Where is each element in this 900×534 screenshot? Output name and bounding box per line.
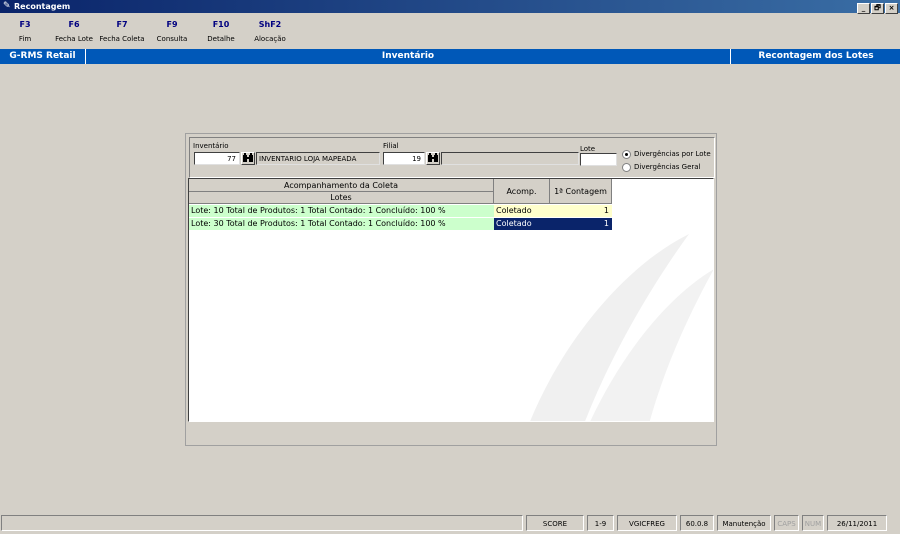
inventario-field[interactable]: 77 [194,152,240,165]
fkey-f3-fim[interactable]: F3 Fim [2,20,48,44]
title-bar: ✎ Recontagem _ 🗗 × [0,0,900,14]
status-caps: CAPS [774,515,799,531]
close-button[interactable]: × [885,3,898,14]
background-watermark [530,234,713,421]
fkey-shf2-alocacao[interactable]: ShF2 Alocação [247,20,293,44]
column-header-lotes[interactable]: Lotes [189,192,494,204]
lote-field[interactable] [580,153,617,166]
fkey-label: Consulta [156,35,188,43]
column-header-1a-contagem[interactable]: 1ª Contagem [550,179,612,204]
radio-label: Divergências Geral [634,163,701,171]
status-num: NUM [802,515,824,531]
acomp-cell: Coletado [494,205,550,217]
contagem-cell: 1 [550,218,612,230]
radio-divergencias-por-lote[interactable]: Divergências por Lote [622,149,711,159]
binoculars-icon [428,153,438,162]
header-screen-name: Recontagem dos Lotes [730,49,900,64]
table-row-selected[interactable]: Lote: 30 Total de Produtos: 1 Total Cont… [189,218,612,230]
panel-footer [189,424,713,441]
fkey-f9-consulta[interactable]: F9 Consulta [149,20,195,44]
fkey-label: Fecha Lote [55,35,93,43]
maximize-button[interactable]: 🗗 [871,3,884,14]
table-row[interactable]: Lote: 10 Total de Produtos: 1 Total Cont… [189,205,612,217]
fkey-label: Fecha Coleta [99,35,145,43]
status-level: 1-9 [587,515,614,531]
status-date: 26/11/2011 [827,515,887,531]
lote-cell: Lote: 10 Total de Produtos: 1 Total Cont… [189,205,494,217]
fkey-f6-fecha-lote[interactable]: F6 Fecha Lote [51,20,97,44]
status-mode: Manutenção [717,515,771,531]
fkey-code: ShF2 [258,20,282,29]
fkey-f7-fecha-coleta[interactable]: F7 Fecha Coleta [99,20,145,44]
header-app-name: G-RMS Retail [0,49,86,64]
app-icon: ✎ [3,1,11,11]
inventario-description: INVENTARIO LOJA MAPEADA [256,152,380,165]
fkey-code: F9 [166,20,178,29]
status-program: VGICFREG [617,515,677,531]
filial-search-button[interactable] [426,152,440,165]
status-version: 60.0.8 [680,515,714,531]
column-header-acomp[interactable]: Acomp. [494,179,550,204]
fkey-code: F10 [212,20,230,29]
window-controls: _ 🗗 × [856,1,898,14]
filial-field[interactable]: 19 [383,152,425,165]
fkey-label: Detalhe [207,35,235,43]
filter-section: Inventário 77 INVENTARIO LOJA MAPEADA Fi… [189,137,715,178]
lote-cell: Lote: 30 Total de Produtos: 1 Total Cont… [189,218,494,230]
inventario-search-button[interactable] [241,152,255,165]
coleta-grid: Acompanhamento da Coleta Lotes Acomp. 1ª… [188,178,714,422]
fkey-code: F3 [19,20,31,29]
recount-panel: Inventário 77 INVENTARIO LOJA MAPEADA Fi… [185,133,717,446]
radio-selected-indicator [622,149,631,159]
grid-group-header: Acompanhamento da Coleta [189,179,494,192]
status-company: SCORE [526,515,584,531]
fkey-f10-detalhe[interactable]: F10 Detalhe [198,20,244,44]
status-message [1,515,523,531]
filial-description [441,152,579,165]
radio-unselected-indicator [622,162,631,172]
radio-divergencias-geral[interactable]: Divergências Geral [622,162,701,172]
header-band: G-RMS Retail Inventário Recontagem dos L… [0,49,900,64]
binoculars-icon [243,153,253,162]
filial-label: Filial [383,142,399,150]
status-bar: SCORE 1-9 VGICFREG 60.0.8 Manutenção CAP… [0,515,900,532]
fkey-label: Alocação [254,35,286,43]
fkey-label: Fim [18,35,32,43]
contagem-cell: 1 [550,205,612,217]
minimize-button[interactable]: _ [857,3,870,14]
fkey-code: F6 [68,20,80,29]
lote-label: Lote [580,145,596,153]
inventario-label: Inventário [193,142,229,150]
header-module: Inventário [381,51,435,61]
fkey-code: F7 [116,20,128,29]
window-title: Recontagem [14,2,71,11]
acomp-cell: Coletado [494,218,550,230]
radio-label: Divergências por Lote [634,150,711,158]
